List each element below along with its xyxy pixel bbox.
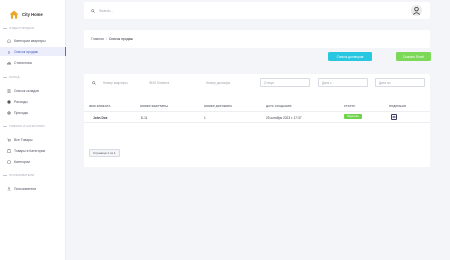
sidebar-item-sales-list[interactable]: $ Список продаж bbox=[0, 47, 66, 56]
home-icon bbox=[7, 38, 11, 43]
sidebar-item-warehouses[interactable]: Список складов bbox=[0, 86, 66, 95]
client-name-filter[interactable]: ФИО Клиента bbox=[149, 81, 169, 85]
table-header: ФИО КЛИЕНТА НОМЕР КВАРТИРЫ НОМЕР ДОГОВОР… bbox=[84, 104, 430, 112]
column-header-apartment: НОМЕР КВАРТИРЫ bbox=[140, 104, 169, 108]
contracts-list-button[interactable]: Список договоров bbox=[328, 52, 372, 61]
cell-client: John Doe bbox=[93, 116, 108, 120]
sidebar-item-apartment-categories[interactable]: Категории квартиры bbox=[0, 36, 66, 45]
sidebar-item-label: Список складов bbox=[14, 88, 39, 93]
search-input[interactable]: Search... bbox=[99, 9, 113, 13]
export-excel-button[interactable]: Скачать Excel bbox=[396, 52, 431, 61]
section-title-users: ПОЛЬЗОВАТЕЛИ bbox=[0, 173, 66, 177]
cell-created: 25 октября 2023 г. 17:37 bbox=[266, 116, 302, 120]
column-header-contract: НОМЕР ДОГОВОРА bbox=[204, 104, 233, 108]
status-badge: Подписан bbox=[344, 114, 362, 119]
cart-icon bbox=[7, 138, 11, 142]
sidebar-item-expenses[interactable]: Расходы bbox=[0, 97, 66, 106]
breadcrumb: Главная / Список продаж bbox=[84, 30, 430, 48]
sidebar-item-label: Все Товары bbox=[14, 137, 33, 142]
sidebar-item-statistics[interactable]: Статистика bbox=[0, 58, 66, 67]
section-title-sales: ОТДЕЛ ПРОДАЖ bbox=[0, 26, 66, 30]
contract-number-filter[interactable]: Номер договора bbox=[206, 81, 230, 85]
coins-icon bbox=[7, 99, 11, 104]
sidebar-item-categories[interactable]: Категории bbox=[0, 157, 66, 166]
brand-name: City Home bbox=[22, 11, 43, 17]
sidebar-item-users[interactable]: Пользователи bbox=[0, 184, 66, 193]
sales-table-card: Номер квартиры ФИО Клиента Номер договор… bbox=[84, 74, 430, 167]
gear-icon bbox=[7, 110, 11, 115]
cell-apartment: Б-11 bbox=[141, 116, 148, 120]
sidebar-item-products-in-category[interactable]: Товары в Категории bbox=[0, 146, 66, 155]
column-header-details: ПОДРОБНО bbox=[389, 104, 407, 108]
section-title-products: ТОВАРЫ И КАТЕГОРИИ bbox=[0, 124, 66, 128]
date-from-field[interactable]: Дата с bbox=[318, 78, 368, 87]
sidebar-item-label: Категории квартиры bbox=[14, 38, 46, 43]
sidebar-item-income[interactable]: Приходы bbox=[0, 108, 66, 117]
status-select[interactable]: Статус bbox=[260, 78, 310, 87]
house-logo-icon bbox=[9, 10, 19, 19]
column-header-created: ДАТА СОЗДАНИЯ bbox=[266, 104, 292, 108]
breadcrumb-current: Список продаж bbox=[108, 37, 133, 41]
user-icon bbox=[7, 186, 11, 191]
brand[interactable]: City Home bbox=[0, 0, 65, 22]
apartment-number-filter[interactable]: Номер квартиры bbox=[103, 81, 128, 85]
avatar[interactable] bbox=[411, 5, 422, 16]
pagination-info: Страница 1 из 1 bbox=[89, 149, 120, 157]
sidebar-item-all-products[interactable]: Все Товары bbox=[0, 135, 66, 144]
date-to-field[interactable]: Дата по bbox=[375, 78, 425, 87]
filters-bar: Номер квартиры ФИО Клиента Номер договор… bbox=[84, 74, 430, 92]
sidebar-item-label: Категории bbox=[14, 159, 30, 164]
breadcrumb-separator: / bbox=[105, 37, 107, 41]
sidebar-item-label: Пользователи bbox=[14, 186, 37, 191]
search-icon bbox=[91, 8, 95, 13]
search-icon bbox=[92, 81, 96, 85]
sidebar-item-label: Расходы bbox=[14, 99, 28, 104]
table-row: John Doe Б-11 1 25 октября 2023 г. 17:37… bbox=[84, 114, 430, 123]
topbar: Search... bbox=[84, 2, 430, 19]
chart-icon bbox=[7, 61, 11, 65]
clipboard-icon bbox=[7, 148, 11, 153]
eye-icon bbox=[392, 115, 396, 119]
svg-text:$: $ bbox=[8, 50, 10, 54]
sidebar-item-label: Товары в Категории bbox=[14, 148, 46, 153]
sidebar-item-label: Приходы bbox=[14, 110, 29, 115]
view-details-button[interactable] bbox=[391, 114, 397, 120]
sidebar-item-label: Список продаж bbox=[14, 49, 38, 54]
section-title-warehouse: СКЛАД bbox=[0, 75, 66, 79]
breadcrumb-home-link[interactable]: Главная bbox=[91, 37, 104, 41]
column-header-status: СТАТУС bbox=[344, 104, 356, 108]
column-header-client: ФИО КЛИЕНТА bbox=[89, 104, 111, 108]
cell-contract: 1 bbox=[204, 116, 206, 120]
list-icon bbox=[7, 89, 11, 93]
dollar-icon: $ bbox=[7, 50, 11, 54]
cube-icon bbox=[7, 159, 11, 164]
sidebar: City Home ОТДЕЛ ПРОДАЖ Категории квартир… bbox=[0, 0, 66, 260]
sidebar-item-label: Статистика bbox=[14, 60, 32, 65]
